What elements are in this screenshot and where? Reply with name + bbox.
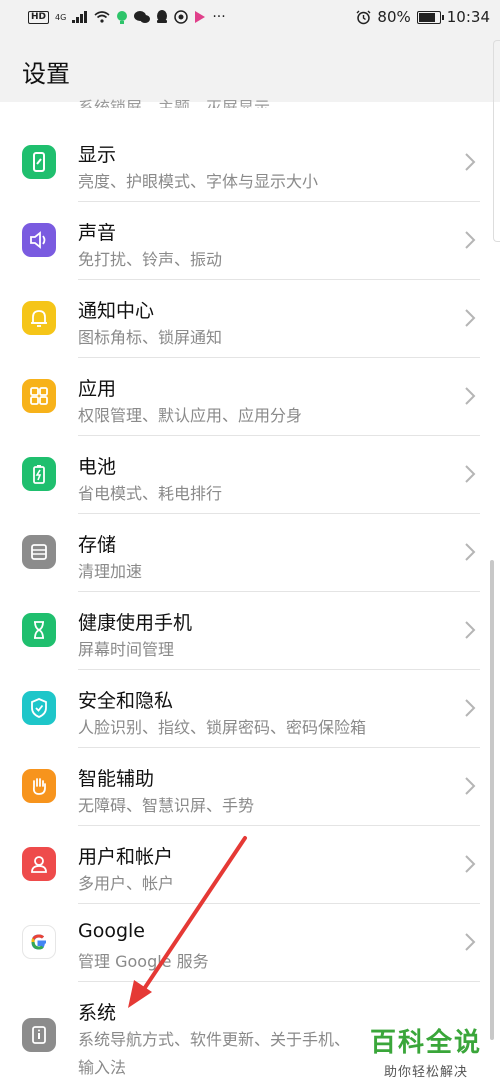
shield-icon bbox=[22, 691, 56, 725]
app-notification-icon bbox=[117, 11, 128, 24]
wifi-icon bbox=[94, 11, 110, 23]
item-label: 智能辅助 bbox=[78, 768, 155, 790]
battery-percent: 80% bbox=[377, 8, 411, 26]
bell-icon bbox=[22, 301, 56, 335]
chevron-right-icon bbox=[465, 855, 476, 873]
settings-item-display[interactable]: 显示 亮度、护眼模式、字体与显示大小 bbox=[0, 124, 500, 202]
speaker-icon bbox=[22, 223, 56, 257]
status-right: 80% 10:34 bbox=[356, 8, 490, 26]
item-subtitle: 屏幕时间管理 bbox=[78, 640, 175, 659]
page-title: 设置 bbox=[22, 60, 70, 88]
network-type: 4G bbox=[55, 12, 67, 22]
battery-icon bbox=[22, 457, 56, 491]
watermark-subtitle: 助你轻松解决 bbox=[383, 1065, 468, 1080]
chevron-right-icon bbox=[465, 543, 476, 561]
settings-header: 设置 bbox=[0, 36, 500, 102]
battery-level bbox=[418, 12, 436, 22]
settings-item-security[interactable]: 安全和隐私 人脸识别、指纹、锁屏密码、密码保险箱 bbox=[0, 670, 500, 748]
chevron-right-icon bbox=[465, 387, 476, 405]
item-label: 安全和隐私 bbox=[78, 690, 174, 712]
clock: 10:34 bbox=[446, 8, 490, 26]
hand-icon bbox=[22, 769, 56, 803]
item-label: 系统 bbox=[78, 1002, 117, 1024]
settings-item-storage[interactable]: 存储 清理加速 bbox=[0, 514, 500, 592]
qq-icon bbox=[157, 10, 168, 23]
item-subtitle: 权限管理、默认应用、应用分身 bbox=[78, 406, 303, 425]
item-label: 显示 bbox=[78, 144, 117, 166]
chevron-right-icon bbox=[465, 465, 476, 483]
item-label: 声音 bbox=[78, 222, 117, 244]
edge-handle bbox=[493, 40, 500, 242]
item-subtitle: 无障碍、智慧识屏、手势 bbox=[78, 796, 255, 815]
settings-item-apps[interactable]: 应用 权限管理、默认应用、应用分身 bbox=[0, 358, 500, 436]
hourglass-icon bbox=[22, 613, 56, 647]
alarm-icon bbox=[356, 10, 371, 24]
status-bar: HD 4G ··· 80% 10:34 bbox=[0, 0, 500, 36]
signal-icon bbox=[72, 11, 88, 23]
item-subtitle: 免打扰、铃声、振动 bbox=[78, 250, 223, 269]
settings-item-sound[interactable]: 声音 免打扰、铃声、振动 bbox=[0, 202, 500, 280]
item-subtitle: 图标角标、锁屏通知 bbox=[78, 328, 223, 347]
google-icon bbox=[22, 925, 56, 959]
settings-item-digital-balance[interactable]: 健康使用手机 屏幕时间管理 bbox=[0, 592, 500, 670]
settings-item-notifications[interactable]: 通知中心 图标角标、锁屏通知 bbox=[0, 280, 500, 358]
chevron-right-icon bbox=[465, 699, 476, 717]
item-label: 通知中心 bbox=[78, 300, 155, 322]
battery-icon bbox=[416, 10, 444, 24]
settings-item-smart-assistance[interactable]: 智能辅助 无障碍、智慧识屏、手势 bbox=[0, 748, 500, 826]
status-left: HD 4G ··· bbox=[28, 9, 226, 25]
watermark: 百科全说 助你轻松解决 bbox=[370, 1022, 482, 1080]
annotation-arrow-icon bbox=[128, 836, 247, 1008]
item-subtitle: 省电模式、耗电排行 bbox=[78, 484, 223, 503]
system-info-icon bbox=[22, 1018, 56, 1052]
chevron-right-icon bbox=[465, 621, 476, 639]
chevron-right-icon bbox=[465, 231, 476, 249]
weibo-icon bbox=[174, 10, 189, 24]
item-label: 健康使用手机 bbox=[78, 612, 193, 634]
settings-item-battery[interactable]: 电池 省电模式、耗电排行 bbox=[0, 436, 500, 514]
hd-indicator: HD bbox=[28, 10, 50, 24]
chevron-right-icon bbox=[465, 153, 476, 171]
apps-grid-icon bbox=[22, 379, 56, 413]
item-label: 应用 bbox=[78, 378, 117, 400]
item-subtitle: 亮度、护眼模式、字体与显示大小 bbox=[78, 172, 319, 191]
wechat-icon bbox=[134, 10, 151, 23]
item-label: 电池 bbox=[78, 456, 117, 478]
display-icon bbox=[22, 145, 56, 179]
more-notifications: ··· bbox=[212, 9, 226, 25]
user-icon bbox=[22, 847, 56, 881]
item-subtitle: 清理加速 bbox=[78, 562, 143, 581]
chevron-right-icon bbox=[465, 777, 476, 795]
scrollbar[interactable] bbox=[490, 560, 494, 1040]
item-label: 存储 bbox=[78, 534, 117, 556]
chevron-right-icon bbox=[465, 933, 476, 951]
partial-item-subtitle: 系统锁屏、主题、灭屏显示 bbox=[78, 98, 271, 108]
chevron-right-icon bbox=[465, 309, 476, 327]
item-subtitle-line2: 输入法 bbox=[78, 1058, 127, 1077]
item-subtitle: 系统导航方式、软件更新、关于手机、 bbox=[78, 1030, 351, 1049]
video-app-icon bbox=[195, 11, 206, 23]
storage-icon bbox=[22, 535, 56, 569]
watermark-title: 百科全说 bbox=[369, 1028, 482, 1058]
item-subtitle: 人脸识别、指纹、锁屏密码、密码保险箱 bbox=[78, 718, 367, 737]
